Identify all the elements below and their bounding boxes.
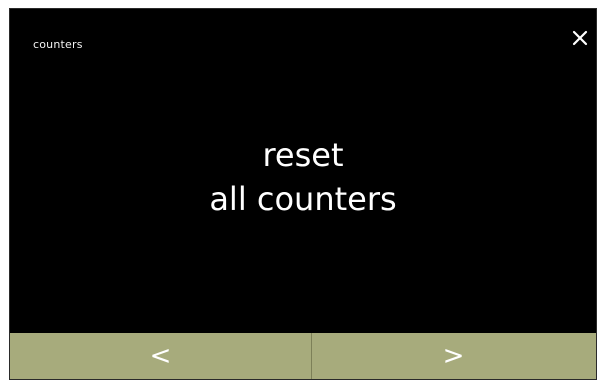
close-icon [568,26,592,50]
screen-title: counters [33,38,83,51]
next-button[interactable]: > [311,333,596,379]
reset-message: reset all counters [10,133,596,221]
close-button[interactable] [568,26,592,50]
message-line-2: all counters [209,180,397,218]
screen: counters reset all counters [10,9,596,333]
navigation-bar: < > [10,333,596,379]
message-line-1: reset [262,136,344,174]
chevron-left-icon: < [149,341,172,371]
previous-button[interactable]: < [10,333,311,379]
chevron-right-icon: > [442,341,465,371]
